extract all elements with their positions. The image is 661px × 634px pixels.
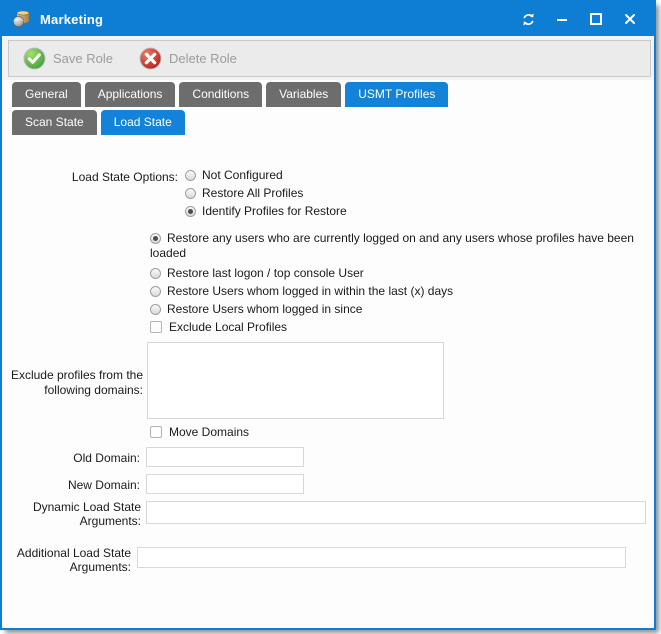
refresh-icon[interactable] [520,11,536,27]
maximize-icon[interactable] [588,11,604,27]
titlebar: Marketing [2,2,654,36]
move-domains-row[interactable]: Move Domains [150,425,249,440]
exclude-domains-textarea[interactable] [147,342,444,419]
move-domains-checkbox[interactable] [150,426,162,438]
new-domain-input[interactable] [146,474,304,494]
window-controls [520,11,638,27]
radio-row-restore-logged-on[interactable]: Restore any users who are currently logg… [150,231,655,261]
radio-row-restore-last-logon[interactable]: Restore last logon / top console User [150,266,364,281]
radio-row-restore-all[interactable]: Restore All Profiles [185,186,303,201]
dynamic-args-label: Dynamic Load State Arguments: [21,500,141,528]
save-check-icon [23,47,46,70]
delete-x-icon [139,47,162,70]
radio-identify-profiles-label: Identify Profiles for Restore [202,204,347,218]
radio-restore-last-logon[interactable] [150,268,161,279]
radio-restore-all-label: Restore All Profiles [202,186,303,200]
load-state-panel: Load State Options: Not Configured Resto… [2,138,654,628]
window-title: Marketing [40,12,103,27]
additional-args-input[interactable] [137,547,626,568]
save-role-button[interactable]: Save Role [23,47,113,70]
radio-restore-logged-on[interactable] [150,233,161,244]
exclude-local-profiles-row[interactable]: Exclude Local Profiles [150,320,287,335]
delete-role-label: Delete Role [169,51,237,66]
sub-tab-bar: Scan State Load State [12,110,185,135]
tab-variables[interactable]: Variables [266,82,341,107]
tab-load-state[interactable]: Load State [101,110,185,135]
additional-args-label: Additional Load State Arguments: [11,546,131,574]
radio-not-configured-label: Not Configured [202,168,283,182]
radio-restore-all-profiles[interactable] [185,188,196,199]
tab-conditions[interactable]: Conditions [179,82,262,107]
minimize-icon[interactable] [554,11,570,27]
main-tab-bar: General Applications Conditions Variable… [12,82,448,107]
tab-general[interactable]: General [12,82,81,107]
radio-row-not-configured[interactable]: Not Configured [185,168,283,183]
radio-identify-profiles[interactable] [185,206,196,217]
role-icon [12,10,32,28]
radio-restore-last-x-days[interactable] [150,286,161,297]
old-domain-input[interactable] [146,447,304,467]
radio-restore-since-label: Restore Users whom logged in since [167,302,362,316]
radio-restore-logged-on-label: Restore any users who are currently logg… [150,231,634,260]
exclude-local-profiles-label: Exclude Local Profiles [169,320,287,334]
marketing-role-window: Marketing [0,0,656,630]
radio-row-restore-last-x-days[interactable]: Restore Users whom logged in within the … [150,284,453,299]
delete-role-button[interactable]: Delete Role [139,47,237,70]
toolbar: Save Role Delete Role [8,40,651,77]
old-domain-label: Old Domain: [20,451,140,465]
dynamic-args-input[interactable] [146,501,646,524]
tab-usmt-profiles[interactable]: USMT Profiles [345,82,448,107]
radio-not-configured[interactable] [185,170,196,181]
new-domain-label: New Domain: [20,478,140,492]
tab-scan-state[interactable]: Scan State [12,110,97,135]
close-icon[interactable] [622,11,638,27]
load-state-options-label: Load State Options: [30,170,178,184]
exclude-domains-label: Exclude profiles from the following doma… [2,368,143,398]
move-domains-label: Move Domains [169,425,249,439]
radio-row-restore-since[interactable]: Restore Users whom logged in since [150,302,362,317]
exclude-local-profiles-checkbox[interactable] [150,321,162,333]
save-role-label: Save Role [53,51,113,66]
radio-row-identify-profiles[interactable]: Identify Profiles for Restore [185,204,347,219]
radio-restore-since[interactable] [150,304,161,315]
radio-restore-last-logon-label: Restore last logon / top console User [167,266,364,280]
tab-applications[interactable]: Applications [85,82,176,107]
radio-restore-last-x-days-label: Restore Users whom logged in within the … [167,284,453,298]
